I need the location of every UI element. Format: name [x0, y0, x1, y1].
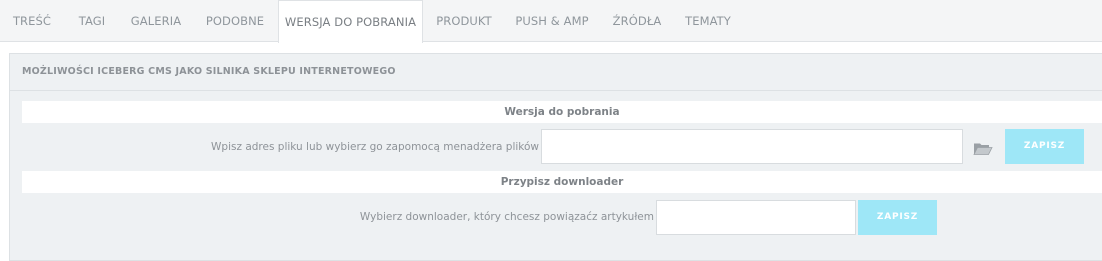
tab-tagi[interactable]: TAGI	[64, 0, 120, 42]
tab-push-amp[interactable]: PUSH & AMP	[505, 0, 599, 42]
panel-divider	[10, 90, 1102, 91]
tab-galeria[interactable]: GALERIA	[120, 0, 192, 42]
panel-title: MOŻLIWOŚCI ICEBERG CMS JAKO SILNIKA SKLE…	[22, 66, 396, 77]
downloader-input[interactable]	[656, 200, 856, 235]
downloader-label: Wybierz downloader, który chcesz powiąza…	[359, 211, 654, 223]
download-file-label: Wpisz adres pliku lub wybierz go zapomoc…	[211, 141, 539, 153]
tab-tematy[interactable]: TEMATY	[675, 0, 741, 42]
tab-bar: TREŚĆ TAGI GALERIA PODOBNE WERSJA DO POB…	[0, 0, 1102, 43]
save-download-file-button[interactable]: ZAPISZ	[1005, 129, 1084, 164]
tab-wersja-do-pobrania[interactable]: WERSJA DO POBRANIA	[278, 0, 423, 43]
section-heading-assign-downloader: Przypisz downloader	[22, 171, 1102, 193]
download-file-input[interactable]	[541, 129, 963, 164]
tab-produkt[interactable]: PRODUKT	[423, 0, 505, 42]
tab-zrodla[interactable]: ŹRÓDŁA	[599, 0, 675, 42]
tab-podobne[interactable]: PODOBNE	[192, 0, 278, 42]
save-downloader-button[interactable]: ZAPISZ	[858, 200, 937, 235]
section-heading-download-version: Wersja do pobrania	[22, 101, 1102, 123]
content-panel: MOŻLIWOŚCI ICEBERG CMS JAKO SILNIKA SKLE…	[9, 53, 1102, 261]
folder-icon[interactable]	[973, 141, 993, 156]
tab-tresc[interactable]: TREŚĆ	[0, 0, 64, 42]
